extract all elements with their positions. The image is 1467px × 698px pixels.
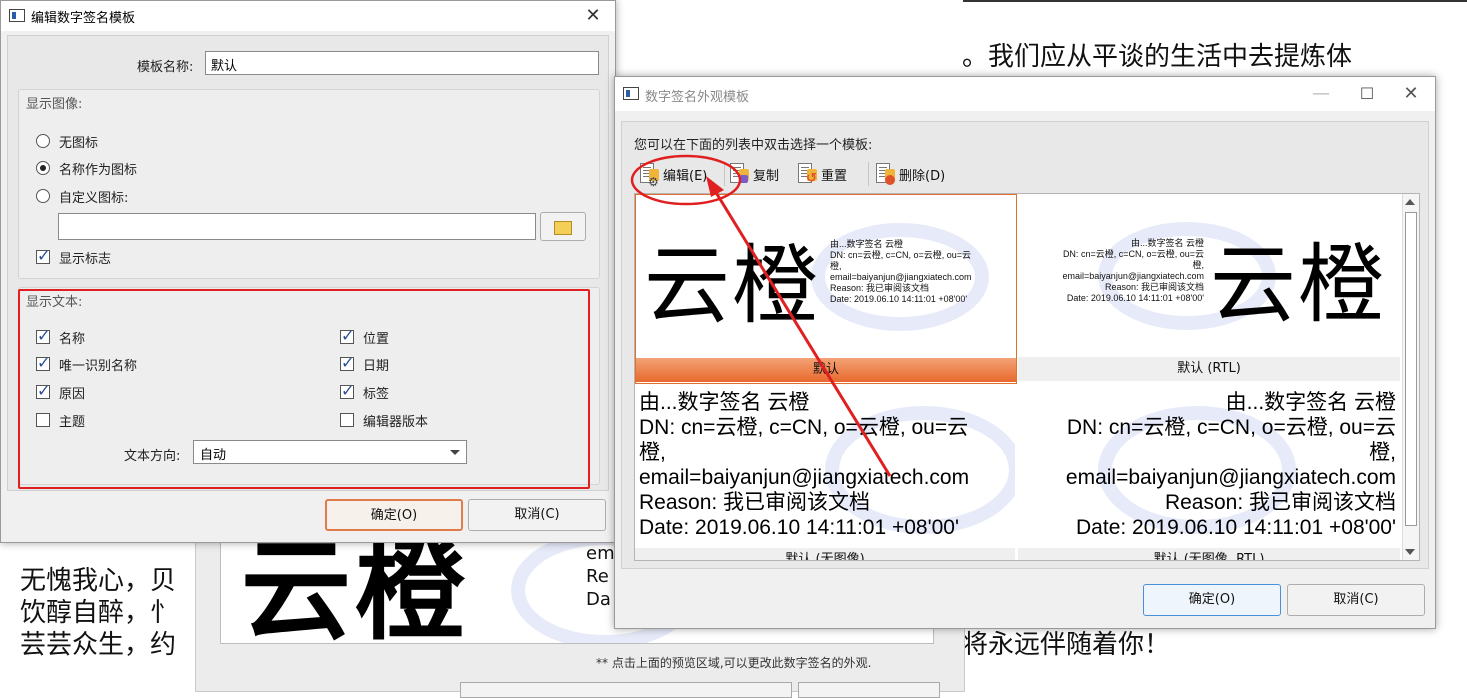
annotation-arrowhead (706, 176, 724, 197)
annotation-ellipse (630, 154, 742, 206)
annotation-overlay (630, 154, 892, 477)
annotation-arrow-line (710, 185, 892, 477)
